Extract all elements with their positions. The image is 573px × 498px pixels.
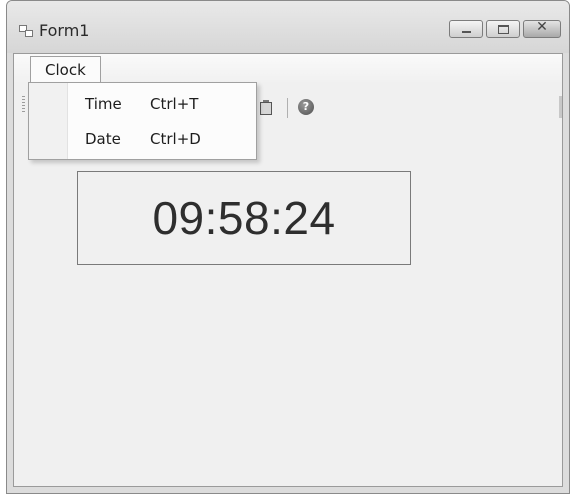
window-title: Form1 (39, 21, 90, 40)
maximize-icon (498, 25, 509, 34)
close-icon: ✕ (536, 19, 548, 35)
menu-item-date[interactable]: Date Ctrl+D (29, 124, 256, 154)
menu-item-label: Time (85, 95, 122, 113)
app-window: Form1 ✕ Clock ? 09:58:24 (6, 0, 570, 494)
menu-item-time[interactable]: Time Ctrl+T (29, 89, 256, 119)
menu-clock[interactable]: Clock (30, 56, 101, 84)
clock-display: 09:58:24 (77, 171, 411, 265)
toolbar-separator (287, 98, 288, 118)
toolbar-overflow-edge (559, 96, 562, 118)
clock-time: 09:58:24 (152, 192, 336, 244)
caption-buttons: ✕ (449, 19, 561, 38)
maximize-button[interactable] (486, 20, 520, 38)
menu-item-shortcut: Ctrl+T (150, 95, 199, 113)
help-icon[interactable]: ? (298, 99, 314, 115)
close-button[interactable]: ✕ (523, 19, 561, 38)
form-icon (19, 25, 33, 37)
toolbar-grip-icon[interactable] (22, 96, 25, 112)
menu-item-label: Date (85, 130, 121, 148)
minimize-button[interactable] (449, 20, 483, 38)
minimize-icon (462, 31, 471, 33)
title-bar[interactable]: Form1 ✕ (7, 1, 569, 53)
clock-dropdown-menu: Time Ctrl+T Date Ctrl+D (28, 82, 257, 160)
menu-bar: Clock (14, 54, 562, 84)
paste-icon[interactable] (260, 100, 272, 115)
menu-item-shortcut: Ctrl+D (150, 130, 201, 148)
